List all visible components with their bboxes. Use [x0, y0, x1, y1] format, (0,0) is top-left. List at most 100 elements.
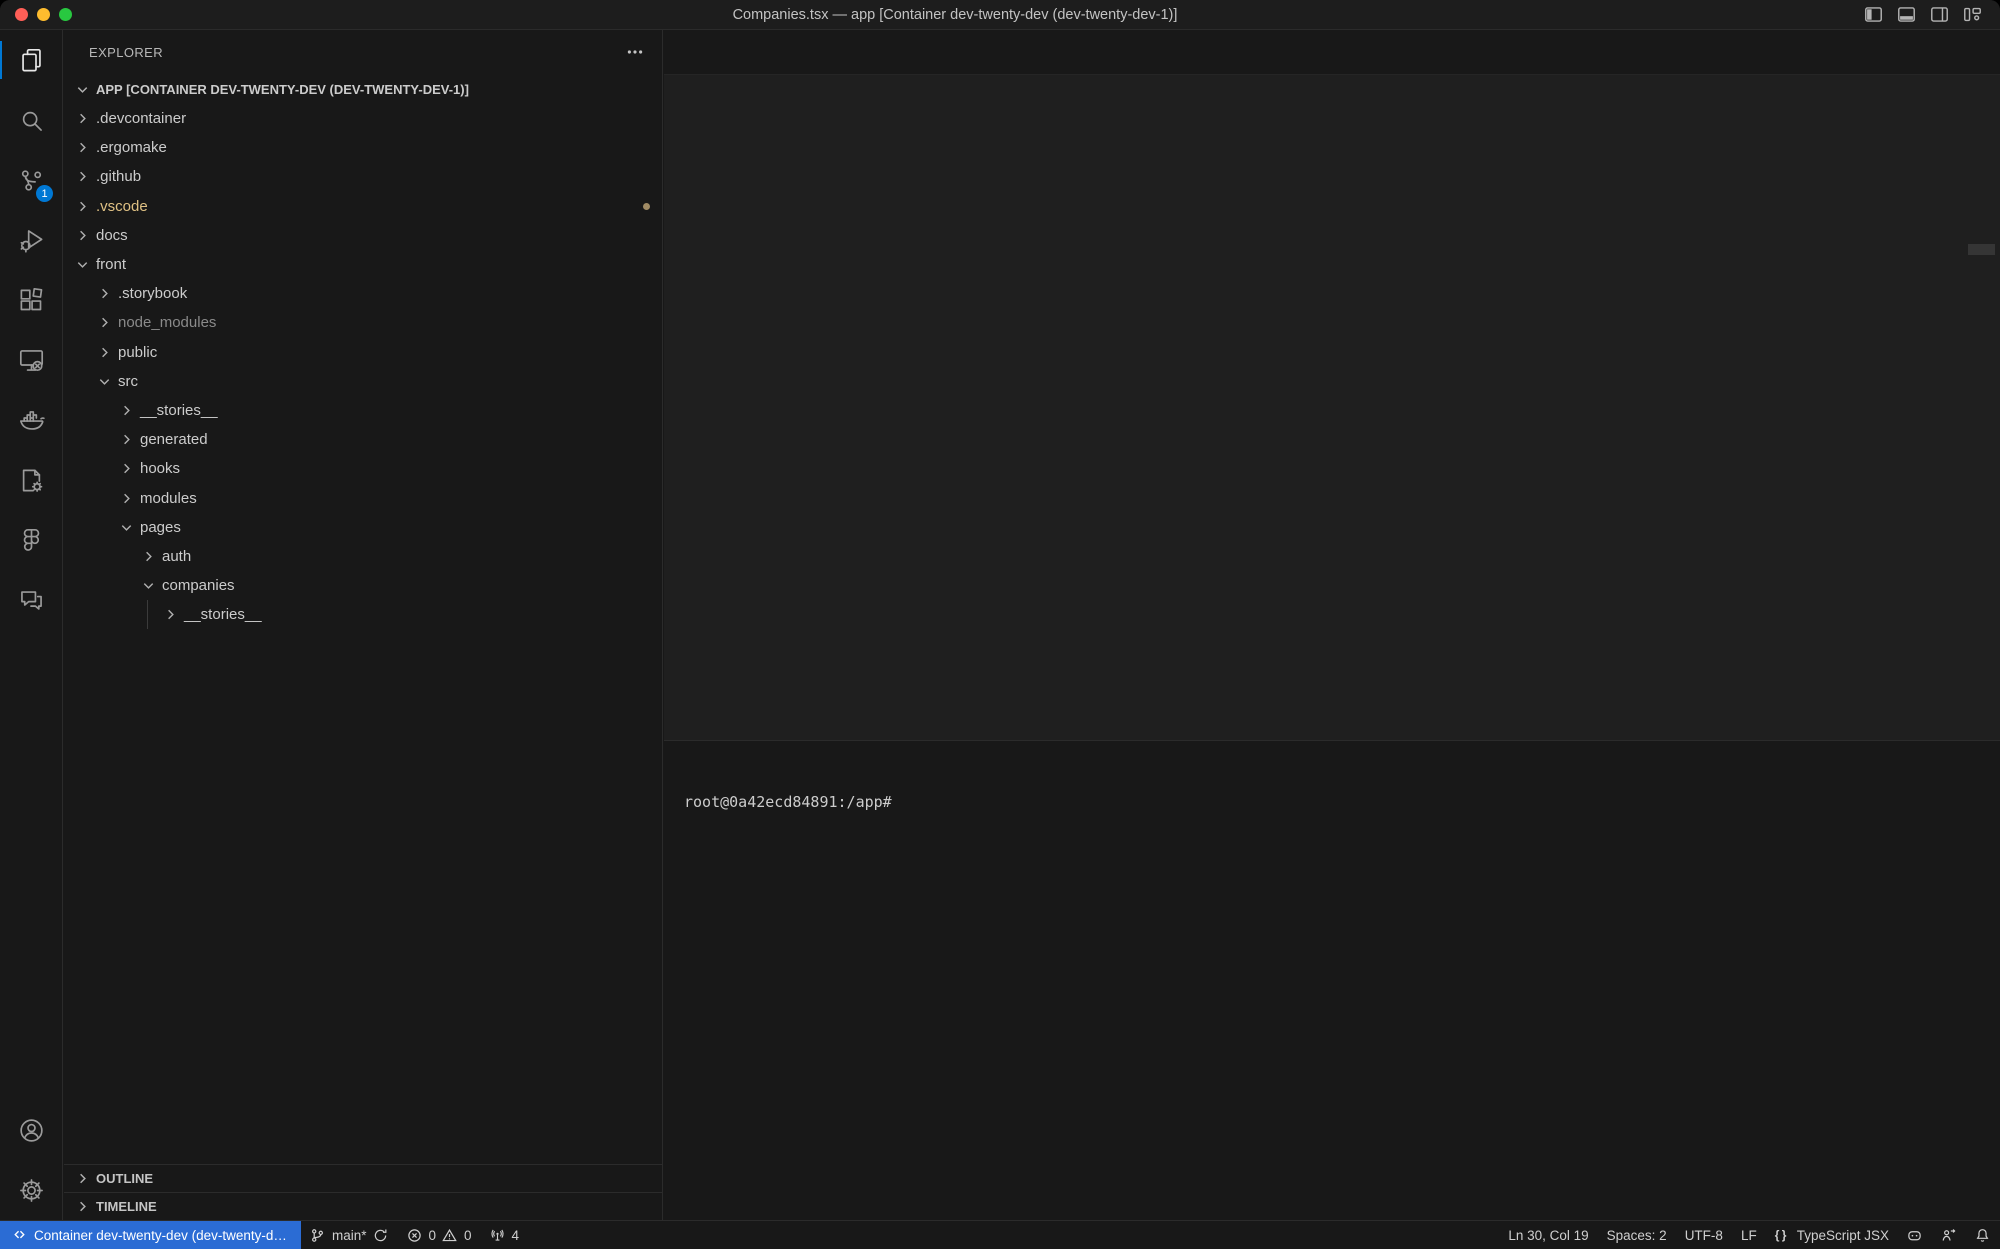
terminal-prompt: root@0a42ecd84891:/app# — [684, 793, 892, 811]
git-branch-item[interactable]: main* — [301, 1221, 398, 1249]
tree-folder-modules[interactable]: modules — [64, 483, 662, 512]
cursor-position-item[interactable]: Ln 30, Col 19 — [1499, 1221, 1597, 1249]
tree-item-label: docs — [96, 227, 128, 244]
modified-badge — [643, 203, 650, 210]
panel-tab-bar — [664, 741, 2000, 779]
encoding-item[interactable]: UTF-8 — [1676, 1221, 1732, 1249]
eol-label: LF — [1741, 1228, 1757, 1243]
activity-extensions-icon[interactable] — [0, 270, 62, 330]
activity-explorer-icon[interactable] — [0, 30, 62, 90]
copilot-item[interactable] — [1898, 1221, 1932, 1249]
remote-label: Container dev-twenty-dev (dev-twenty-dev… — [34, 1228, 289, 1243]
chevron-right-icon — [138, 546, 158, 566]
chevron-right-icon — [72, 138, 92, 158]
workspace-section-header[interactable]: APP [CONTAINER DEV-TWENTY-DEV (DEV-TWENT… — [64, 74, 662, 104]
activity-settings-icon[interactable] — [0, 1160, 62, 1220]
chevron-right-icon — [116, 488, 136, 508]
errors-count: 0 — [429, 1228, 437, 1243]
language-mode-item[interactable]: { } TypeScript JSX — [1766, 1221, 1898, 1249]
language-mode-label: TypeScript JSX — [1797, 1228, 1889, 1243]
ports-count: 4 — [512, 1228, 520, 1243]
tree-folder-.storybook[interactable]: .storybook — [64, 279, 662, 308]
tree-folder-hooks[interactable]: hooks — [64, 454, 662, 483]
chevron-right-icon — [72, 167, 92, 187]
chevron-down-icon — [116, 517, 136, 537]
cursor-position-label: Ln 30, Col 19 — [1508, 1228, 1588, 1243]
tree-folder-docs[interactable]: docs — [64, 221, 662, 250]
tree-folder-src[interactable]: src — [64, 367, 662, 396]
chevron-right-icon — [116, 430, 136, 450]
scrollbar-thumb[interactable] — [1968, 244, 1995, 255]
activity-source-control-icon[interactable]: 1 — [0, 150, 62, 210]
indentation-item[interactable]: Spaces: 2 — [1598, 1221, 1676, 1249]
tree-item-label: src — [118, 373, 138, 390]
tree-folder-.github[interactable]: .github — [64, 162, 662, 191]
tree-folder-pages[interactable]: pages — [64, 513, 662, 542]
tree-folder-.vscode[interactable]: .vscode — [64, 192, 662, 221]
activity-comments-icon[interactable] — [0, 570, 62, 630]
tree-folder-front[interactable]: front — [64, 250, 662, 279]
terminal-output[interactable]: root@0a42ecd84891:/app# — [664, 779, 2000, 811]
code-editor[interactable] — [664, 104, 2000, 740]
tree-item-label: __stories__ — [140, 402, 218, 419]
tree-folder-generated[interactable]: generated — [64, 425, 662, 454]
vscode-window: Companies.tsx — app [Container dev-twent… — [0, 0, 2000, 1249]
tree-folder-.ergomake[interactable]: .ergomake — [64, 133, 662, 162]
toggle-panel-icon[interactable] — [1897, 5, 1916, 24]
tree-item-label: public — [118, 344, 157, 361]
explorer-sidebar: EXPLORER APP [CONTAINER DEV-TWENTY-DEV (… — [64, 30, 663, 1220]
timeline-section[interactable]: TIMELINE — [64, 1192, 662, 1220]
close-window-button[interactable] — [15, 8, 28, 21]
eol-item[interactable]: LF — [1732, 1221, 1766, 1249]
tree-folder--stories-[interactable]: __stories__ — [64, 396, 662, 425]
outline-section[interactable]: OUTLINE — [64, 1164, 662, 1192]
errors-icon — [407, 1227, 423, 1243]
radio-tower-icon — [490, 1227, 506, 1243]
activity-container-tools-icon[interactable] — [0, 450, 62, 510]
activity-run-and-debug-icon[interactable] — [0, 210, 62, 270]
minimap[interactable] — [1832, 104, 1962, 740]
window-title: Companies.tsx — app [Container dev-twent… — [100, 7, 1810, 23]
ports-item[interactable]: 4 — [481, 1221, 529, 1249]
tree-folder-auth[interactable]: auth — [64, 542, 662, 571]
explorer-more-actions-icon[interactable] — [626, 43, 644, 61]
tree-folder-.devcontainer[interactable]: .devcontainer — [64, 104, 662, 133]
tree-item-label: generated — [140, 431, 208, 448]
remote-icon — [12, 1227, 28, 1243]
tree-folder--stories-[interactable]: __stories__ — [64, 600, 662, 629]
minimize-window-button[interactable] — [37, 8, 50, 21]
sync-icon — [373, 1227, 389, 1243]
scm-changes-badge: 1 — [36, 185, 53, 202]
tree-item-label: .vscode — [96, 198, 148, 215]
chevron-right-icon — [160, 605, 180, 625]
tree-item-label: .ergomake — [96, 139, 167, 156]
chevron-right-icon — [72, 196, 92, 216]
tree-folder-public[interactable]: public — [64, 338, 662, 367]
git-branch-icon — [310, 1227, 326, 1243]
problems-item[interactable]: 0 0 — [398, 1221, 481, 1249]
warnings-count: 0 — [464, 1228, 472, 1243]
activity-figma-icon[interactable] — [0, 510, 62, 570]
toggle-sidebar-icon[interactable] — [1864, 5, 1883, 24]
explorer-title: EXPLORER — [89, 45, 163, 60]
remote-indicator[interactable]: Container dev-twenty-dev (dev-twenty-dev… — [0, 1221, 301, 1249]
tree-item-label: node_modules — [118, 314, 216, 331]
activity-search-icon[interactable] — [0, 90, 62, 150]
activity-remote-explorer-icon[interactable] — [0, 330, 62, 390]
tree-folder-companies[interactable]: companies — [64, 571, 662, 600]
chevron-down-icon — [94, 371, 114, 391]
activity-accounts-icon[interactable] — [0, 1100, 62, 1160]
toggle-secondary-sidebar-icon[interactable] — [1930, 5, 1949, 24]
tree-folder-node-modules[interactable]: node_modules — [64, 308, 662, 337]
feedback-item[interactable] — [1932, 1221, 1966, 1249]
activity-docker-icon[interactable] — [0, 390, 62, 450]
tree-item-label: .storybook — [118, 285, 187, 302]
tree-item-label: hooks — [140, 460, 180, 477]
customize-layout-icon[interactable] — [1963, 5, 1982, 24]
git-branch-label: main* — [332, 1228, 367, 1243]
notifications-item[interactable] — [1966, 1221, 2000, 1249]
status-bar: Container dev-twenty-dev (dev-twenty-dev… — [0, 1220, 2000, 1249]
tree-item-label: .github — [96, 168, 141, 185]
zoom-window-button[interactable] — [59, 8, 72, 21]
title-bar: Companies.tsx — app [Container dev-twent… — [0, 0, 2000, 30]
